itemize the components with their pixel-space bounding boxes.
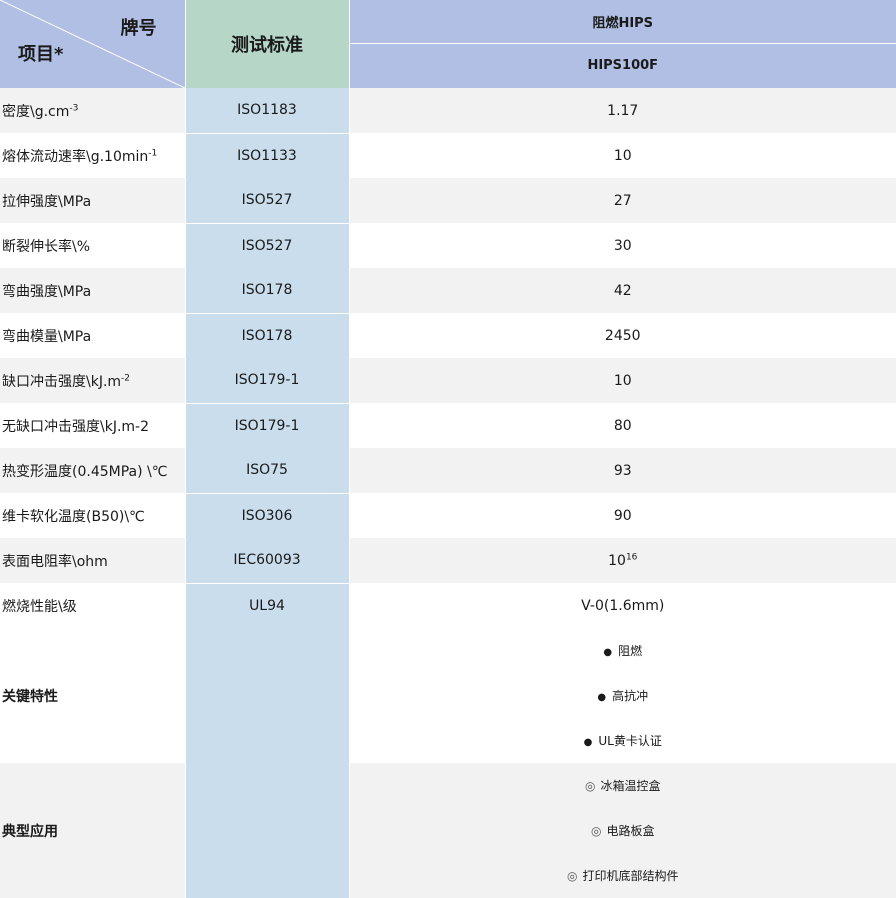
test-standard-empty — [184, 808, 350, 853]
list-item: 典型应用 ◎ 冰箱温控盒 — [0, 763, 896, 898]
property-name: 密度\g.cm-3 — [0, 88, 185, 133]
test-standard: ISO178 — [184, 268, 350, 313]
table-row: 熔体流动速率\g.10min-1 ISO1133 10 — [0, 132, 896, 178]
item-header-label: 项目* — [18, 44, 64, 65]
table-row: 维卡软化温度(B50)\℃ ISO306 90 — [0, 492, 896, 538]
table-row: 密度\g.cm-3 ISO1183 1.17 — [0, 88, 896, 133]
property-name: 燃烧性能\级 — [0, 583, 185, 628]
test-standard: ISO179-1 — [184, 358, 350, 403]
property-name: 表面电阻率\ohm — [0, 538, 185, 583]
property-value: 42 — [349, 268, 896, 313]
test-standard: ISO527 — [184, 178, 350, 223]
standard-header: 测试标准 — [184, 0, 350, 88]
test-standard: ISO527 — [184, 222, 350, 268]
table-row: 热变形温度(0.45MPa) \℃ ISO75 93 — [0, 448, 896, 493]
property-name: 无缺口冲击强度\kJ.m-2 — [0, 403, 185, 448]
ring-bullet-icon: ◎ — [585, 779, 596, 793]
property-name: 熔体流动速率\g.10min-1 — [0, 133, 185, 178]
table-row: 缺口冲击强度\kJ.m-2 ISO179-1 10 — [0, 358, 896, 403]
section-item: ● UL黄卡认证 — [349, 718, 896, 763]
header-corner-cell: 牌号 项目* — [0, 0, 185, 88]
property-name: 弯曲模量\MPa — [0, 313, 185, 358]
section-item: ◎ 冰箱温控盒 — [349, 763, 896, 808]
property-table: 牌号 项目* 测试标准 阻燃HIPS HIPS100F 密度\g.cm-3 ISO… — [0, 0, 896, 898]
property-value: 1016 — [349, 538, 896, 583]
property-name: 缺口冲击强度\kJ.m-2 — [0, 358, 185, 403]
grade-header: HIPS100F — [349, 42, 896, 88]
section-item: ● 阻燃 — [349, 628, 896, 673]
test-standard-empty — [184, 673, 350, 718]
test-standard: ISO75 — [184, 448, 350, 493]
test-standard-empty — [184, 853, 350, 898]
section-title: 关键特性 — [0, 628, 185, 763]
test-standard-empty — [184, 718, 350, 763]
property-name: 拉伸强度\MPa — [0, 178, 185, 223]
test-standard: ISO306 — [184, 492, 350, 538]
property-value: 2450 — [349, 313, 896, 358]
test-standard: ISO178 — [184, 312, 350, 358]
property-value: 27 — [349, 178, 896, 223]
table-row: 表面电阻率\ohm IEC60093 1016 — [0, 538, 896, 583]
test-standard: UL94 — [184, 582, 350, 628]
table-row: 断裂伸长率\% ISO527 30 — [0, 222, 896, 268]
bullet-icon: ● — [597, 692, 607, 703]
table-row: 无缺口冲击强度\kJ.m-2 ISO179-1 80 — [0, 402, 896, 448]
property-name: 弯曲强度\MPa — [0, 268, 185, 313]
property-value: 93 — [349, 448, 896, 493]
property-value: 30 — [349, 223, 896, 268]
table-row: 拉伸强度\MPa ISO527 27 — [0, 178, 896, 223]
test-standard-empty — [184, 628, 350, 673]
table-row: 弯曲模量\MPa ISO178 2450 — [0, 312, 896, 358]
property-value: 10 — [349, 358, 896, 403]
ring-bullet-icon: ◎ — [567, 869, 578, 883]
test-standard: ISO179-1 — [184, 402, 350, 448]
property-value: V-0(1.6mm) — [349, 583, 896, 628]
group-header: 阻燃HIPS — [349, 0, 896, 43]
section-item: ● 高抗冲 — [349, 673, 896, 718]
brand-header-label: 牌号 — [120, 18, 157, 39]
section-item: ◎ 电路板盒 — [349, 808, 896, 853]
test-standard: ISO1183 — [184, 88, 350, 133]
ring-bullet-icon: ◎ — [591, 824, 602, 838]
property-name: 维卡软化温度(B50)\℃ — [0, 493, 185, 538]
bullet-icon: ● — [603, 647, 613, 658]
list-item: 关键特性 ● 阻燃 — [0, 628, 896, 763]
property-name: 断裂伸长率\% — [0, 223, 185, 268]
section-title: 典型应用 — [0, 763, 185, 898]
section-item: ◎ 打印机底部结构件 — [349, 853, 896, 898]
property-value: 10 — [349, 133, 896, 178]
property-value: 90 — [349, 493, 896, 538]
property-name: 热变形温度(0.45MPa) \℃ — [0, 448, 185, 493]
test-standard: ISO1133 — [184, 132, 350, 178]
bullet-icon: ● — [583, 737, 593, 748]
test-standard: IEC60093 — [184, 538, 350, 583]
test-standard-empty — [184, 763, 350, 808]
property-value: 1.17 — [349, 88, 896, 133]
table-row: 弯曲强度\MPa ISO178 42 — [0, 268, 896, 313]
table-row: 燃烧性能\级 UL94 V-0(1.6mm) — [0, 582, 896, 628]
property-value: 80 — [349, 403, 896, 448]
